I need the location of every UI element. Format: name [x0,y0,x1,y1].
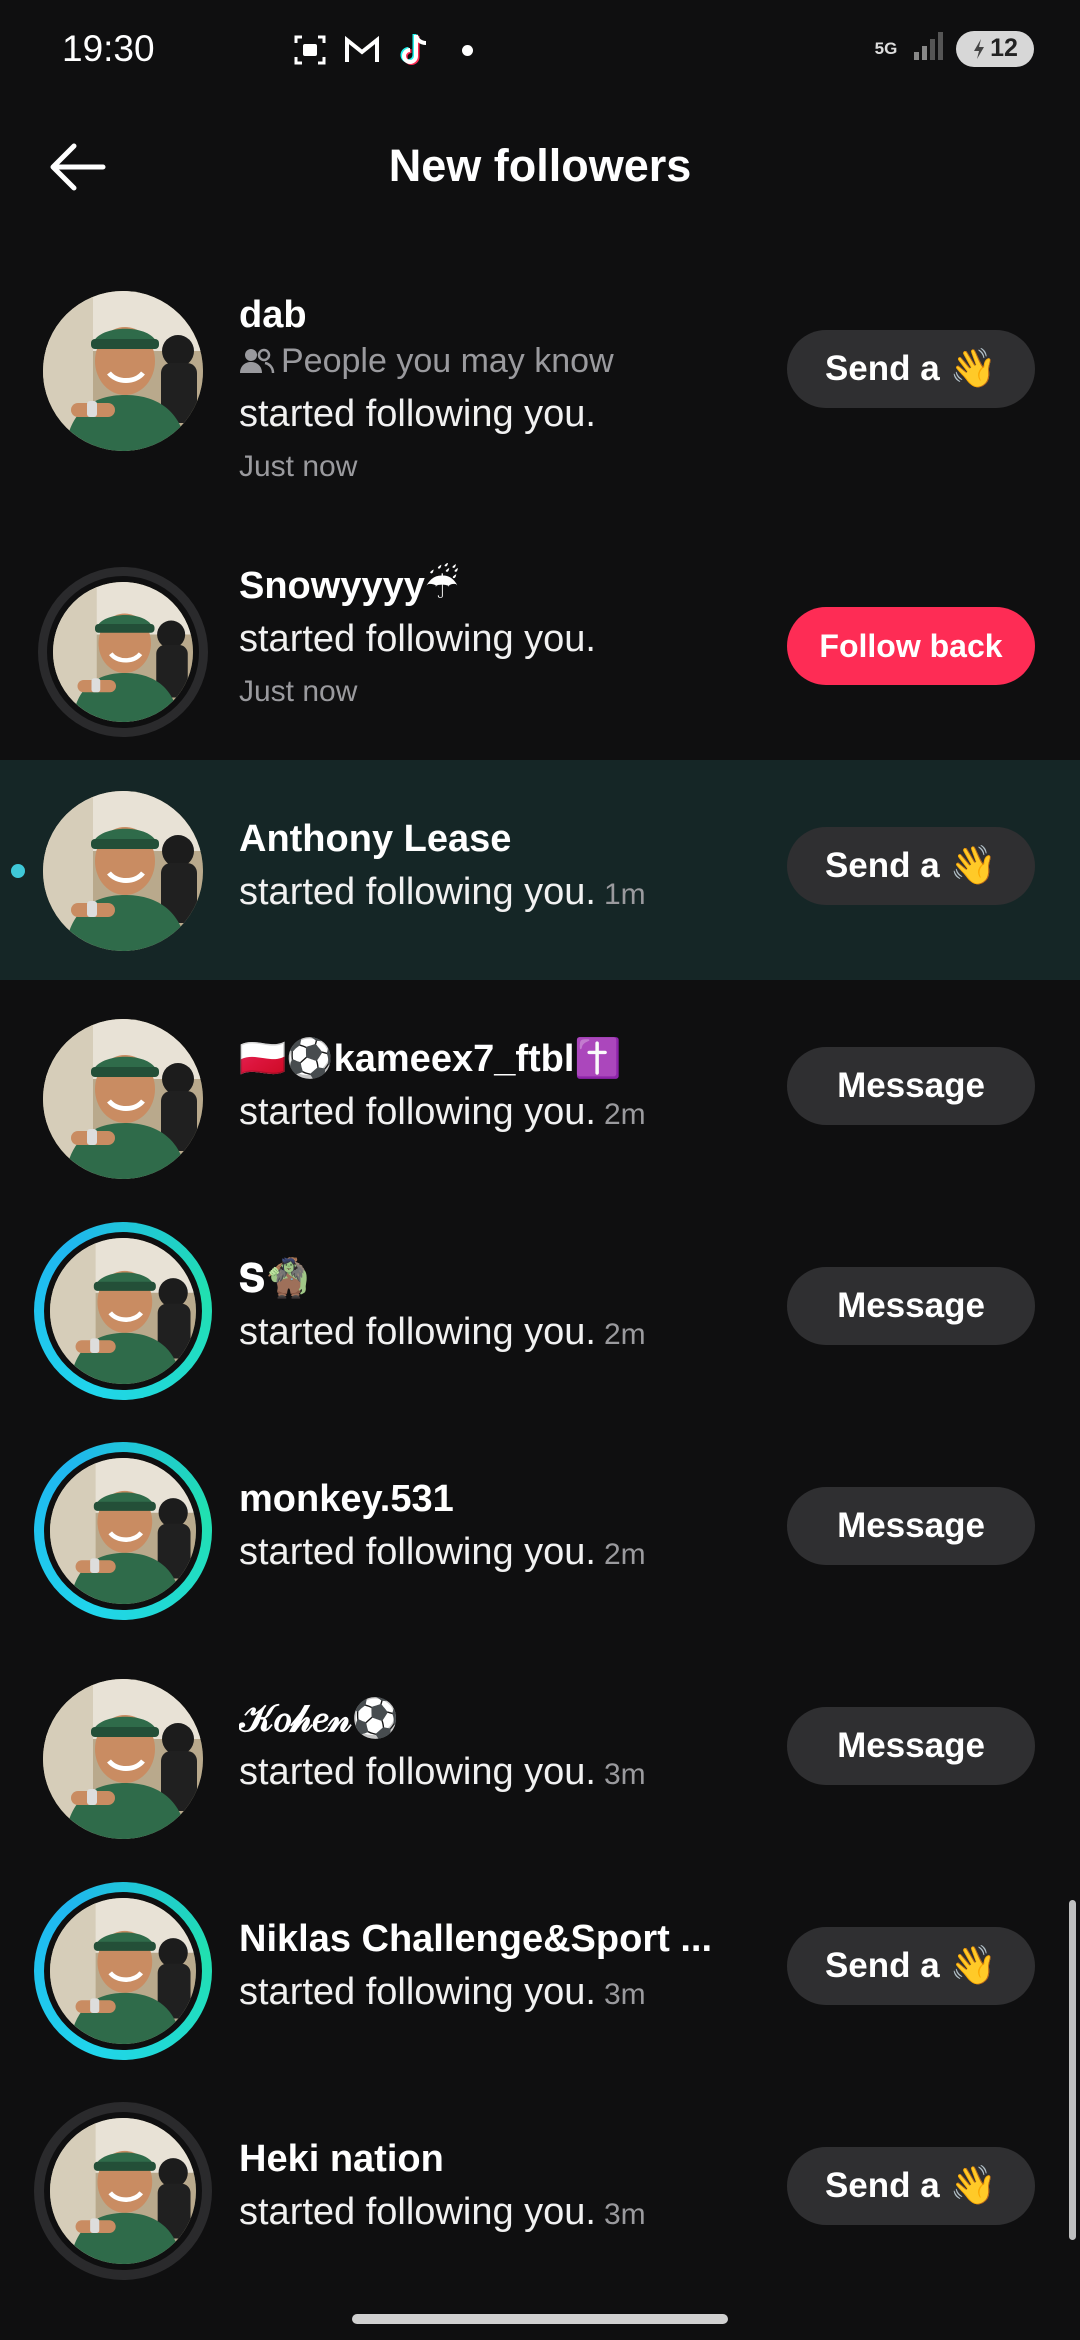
follower-name[interactable]: Niklas Challenge&Sport ... [239,1916,739,1962]
page-title: New followers [388,140,692,191]
follower-name[interactable]: Anthony Lease [239,816,759,862]
follow-time: Just now [239,675,358,708]
send-wave-button[interactable]: Send a 👋 [787,2147,1035,2225]
follower-row[interactable]: 𝐒🧌 started following you. 2m Message [0,1220,1080,1420]
follow-time: 3m [603,2198,646,2231]
tiktok-icon [396,32,432,68]
status-icons-right: 5G 12 [870,30,1034,67]
follow-time: 2m [603,1318,646,1351]
follower-row[interactable]: Niklas Challenge&Sport ... started follo… [0,1880,1080,2080]
follower-name[interactable]: dab [239,292,759,338]
follower-row[interactable]: Heki nation started following you. 3m Sen… [0,2100,1080,2300]
scrollbar[interactable] [1069,1900,1076,2240]
follow-time: Just now [239,450,358,483]
follow-action: started following you. [239,1531,596,1573]
wave-icon: 👋 [949,348,998,390]
status-time: 19:30 [62,28,155,69]
follow-action: started following you. [239,393,596,435]
header: New followers [0,110,1080,220]
follower-row[interactable]: monkey.531 started following you. 2m Mess… [0,1440,1080,1640]
follower-name[interactable]: 🇵🇱⚽kameex7_ftbl✝️ [239,1036,759,1082]
follow-time: 3m [603,1978,646,2011]
notification-dot [462,44,473,56]
follower-name[interactable]: 𝒦𝑜𝒽𝑒𝓃⚽ [239,1696,759,1742]
follow-time: 2m [603,1098,646,1131]
message-button[interactable]: Message [787,1047,1035,1125]
wave-icon: 👋 [949,1945,998,1987]
people-icon [240,348,275,374]
avatar[interactable] [34,282,212,460]
follow-action: started following you. [239,1091,596,1133]
follow-action: started following you. [239,1971,596,2013]
send-wave-button[interactable]: Send a 👋 [787,827,1035,905]
5g-icon: 5G [874,38,898,58]
suggestion-label: People you may know [239,338,759,384]
home-indicator[interactable] [352,2314,728,2324]
message-button[interactable]: Message [787,1487,1035,1565]
avatar[interactable] [34,1670,212,1848]
send-wave-button[interactable]: Send a 👋 [787,1927,1035,2005]
follow-time: 1m [603,878,646,911]
follower-name[interactable]: monkey.531 [239,1476,759,1522]
signal-icon [912,30,946,67]
send-wave-button[interactable]: Send a 👋 [787,330,1035,408]
unread-dot [11,864,25,878]
follow-action: started following you. [239,871,596,913]
status-bar: 19:30 5G 12 [0,0,1080,100]
follow-action: started following you. [239,1311,596,1353]
gmail-icon [344,32,380,68]
message-button[interactable]: Message [787,1707,1035,1785]
wave-icon: 👋 [949,2165,998,2207]
follower-row[interactable]: 𝒦𝑜𝒽𝑒𝓃⚽ started following you. 3m Message [0,1660,1080,1860]
battery-icon: 12 [956,30,1034,67]
follower-row[interactable]: Anthony Lease started following you. 1m S… [0,760,1080,980]
follower-name[interactable]: Snowyyyy☔ [239,563,759,609]
follower-row[interactable]: Snowyyyy☔ started following you. Just no… [0,555,1080,750]
follow-action: started following you. [239,1751,596,1793]
avatar[interactable] [38,567,208,737]
message-button[interactable]: Message [787,1267,1035,1345]
follower-name[interactable]: Heki nation [239,2136,759,2182]
avatar-story-ring[interactable] [34,1442,212,1620]
wave-icon: 👋 [949,845,998,887]
follow-time: 2m [603,1538,646,1571]
battery-level: 12 [990,34,1018,62]
follower-name[interactable]: 𝐒🧌 [239,1256,759,1302]
follow-back-button[interactable]: Follow back [787,607,1035,685]
follow-action: started following you. [239,2191,596,2233]
avatar-story-ring[interactable] [34,1882,212,2060]
follower-row[interactable]: 🇵🇱⚽kameex7_ftbl✝️ started following you.… [0,1000,1080,1200]
status-icons-left [292,32,473,68]
avatar[interactable] [34,1010,212,1188]
avatar-story-ring[interactable] [34,1222,212,1400]
screenshot-icon [292,32,328,68]
avatar[interactable] [34,782,212,960]
follower-row[interactable]: dab People you may know started followin… [0,280,1080,520]
follow-action: started following you. [239,618,596,660]
avatar[interactable] [34,2102,212,2280]
follow-time: 3m [603,1758,646,1791]
